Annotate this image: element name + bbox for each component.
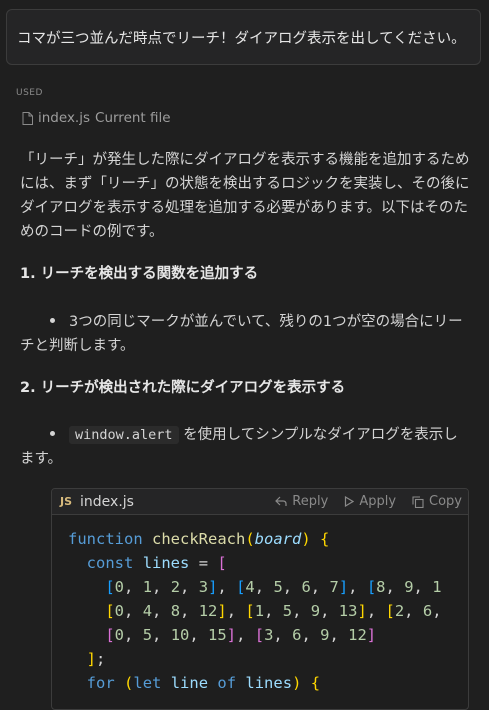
code-line: [0, 4, 8, 12], [1, 5, 9, 13], [2, 6,	[105, 602, 442, 620]
file-icon	[22, 111, 33, 125]
reply-icon	[275, 496, 287, 507]
code-block-header: JS index.js Reply Apply Copy	[52, 489, 468, 515]
reply-label: Reply	[292, 494, 329, 509]
used-file-note: Current file	[95, 110, 171, 126]
used-file-name: index.js	[38, 110, 91, 126]
code-line: function checkReach(board) {	[68, 530, 330, 548]
play-icon	[344, 496, 355, 507]
apply-label: Apply	[359, 494, 397, 509]
copy-label: Copy	[429, 494, 462, 509]
step-heading-1: 1. リーチを検出する関数を追加する	[20, 266, 259, 282]
code-line: [0, 5, 10, 15], [3, 6, 9, 12]	[105, 626, 377, 644]
code-line: const lines = [	[86, 554, 227, 572]
code-line: [0, 1, 2, 3], [4, 5, 6, 7], [8, 9, 1	[105, 578, 442, 596]
used-file-reference[interactable]: index.js Current file	[22, 108, 171, 128]
inline-code: window.alert	[69, 426, 179, 444]
code-actions: Reply Apply Copy	[275, 489, 462, 514]
reply-button[interactable]: Reply	[275, 494, 328, 509]
code-filename: index.js	[80, 493, 134, 510]
list-item: window.alert を使用してシンプルなダイアログを表示します。	[20, 423, 465, 471]
code-line: for (let line of lines) {	[86, 674, 321, 692]
code-line: ];	[86, 650, 106, 668]
code-content: function checkReach(board) { const lines…	[52, 515, 468, 695]
copy-button[interactable]: Copy	[412, 494, 462, 509]
apply-button[interactable]: Apply	[344, 494, 396, 509]
user-message: コマが三つ並んだ時点でリーチ！ダイアログ表示を出してください。	[6, 9, 481, 65]
bullet-dot	[50, 318, 55, 323]
used-label: USED	[16, 88, 43, 98]
bullet-dot	[50, 431, 55, 436]
list-item: 3つの同じマークが並んでいて、残りの1つが空の場合にリーチと判断します。	[20, 310, 465, 358]
response-intro: 「リーチ」が発生した際にダイアログを表示する機能を追加するためには、まず「リーチ…	[20, 152, 470, 240]
code-block: JS index.js Reply Apply Copy function ch…	[51, 488, 469, 710]
step-heading-2: 2. リーチが検出された際にダイアログを表示する	[20, 380, 346, 396]
javascript-icon: JS	[60, 495, 73, 508]
copy-icon	[412, 495, 424, 508]
bullet-text: 3つの同じマークが並んでいて、残りの1つが空の場合にリーチと判断します。	[20, 314, 463, 354]
